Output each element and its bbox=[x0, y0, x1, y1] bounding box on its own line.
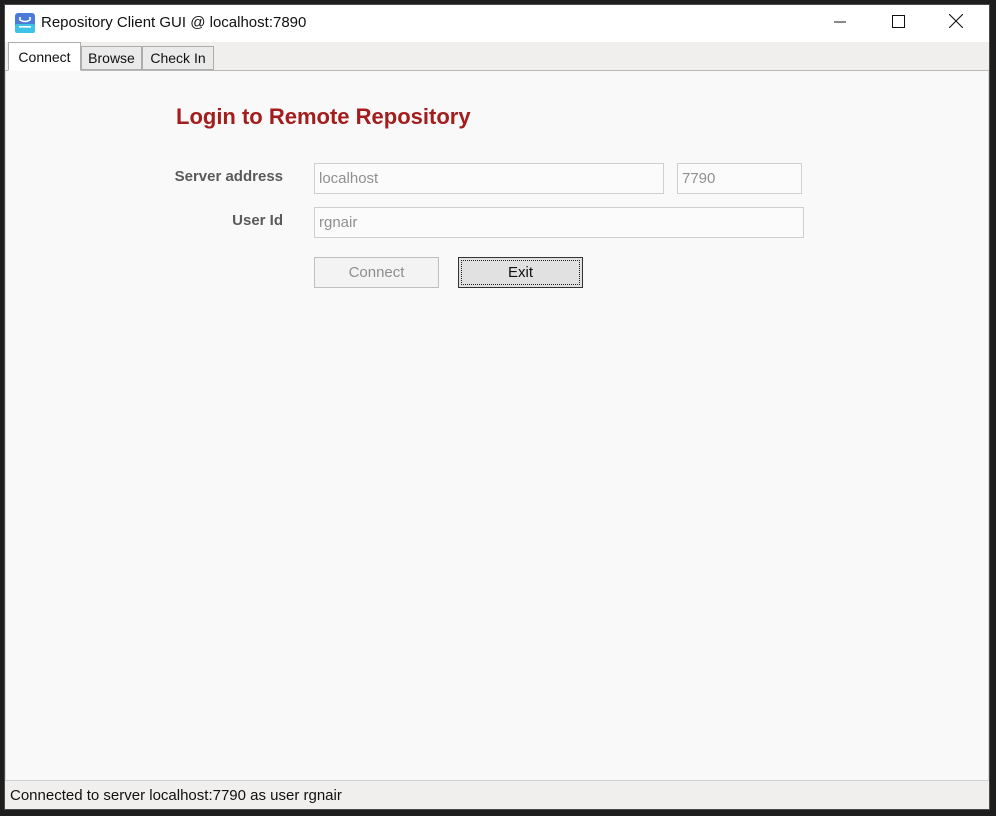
exit-button[interactable]: Exit bbox=[458, 257, 583, 288]
minimize-icon bbox=[834, 15, 846, 33]
window-title: Repository Client GUI @ localhost:7890 bbox=[41, 14, 307, 31]
status-bar: Connected to server localhost:7790 as us… bbox=[5, 780, 989, 809]
user-id-label: User Id bbox=[232, 212, 283, 229]
tab-strip: Connect Browse Check In bbox=[5, 42, 989, 71]
connect-button[interactable]: Connect bbox=[314, 257, 439, 288]
connect-panel: Login to Remote Repository Server addres… bbox=[5, 71, 989, 780]
page-title: Login to Remote Repository bbox=[176, 104, 471, 129]
maximize-icon bbox=[891, 14, 905, 33]
user-id-input[interactable] bbox=[314, 207, 804, 238]
repository-app-icon bbox=[15, 13, 35, 33]
close-icon bbox=[948, 13, 964, 33]
close-button[interactable] bbox=[927, 5, 985, 42]
tab-connect[interactable]: Connect bbox=[8, 42, 81, 71]
tab-check-in[interactable]: Check In bbox=[142, 46, 214, 70]
maximize-button[interactable] bbox=[869, 5, 927, 42]
minimize-button[interactable] bbox=[811, 5, 869, 42]
server-address-label: Server address bbox=[174, 168, 283, 185]
app-window: Repository Client GUI @ localhost:7890 C… bbox=[4, 4, 990, 810]
tab-browse[interactable]: Browse bbox=[81, 46, 142, 70]
status-text: Connected to server localhost:7790 as us… bbox=[10, 787, 342, 804]
server-address-input[interactable] bbox=[314, 163, 664, 194]
port-input[interactable] bbox=[677, 163, 802, 194]
title-bar[interactable]: Repository Client GUI @ localhost:7890 bbox=[5, 5, 989, 42]
